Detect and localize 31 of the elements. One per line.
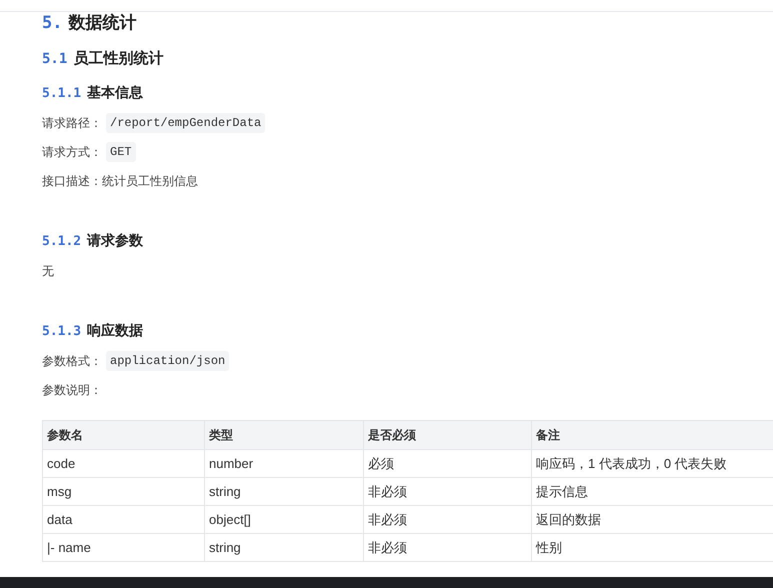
table-cell: 必须 xyxy=(364,450,532,478)
table-cell: msg xyxy=(42,478,204,506)
subsection-heading: 5.1.2 请求参数 xyxy=(42,231,144,251)
field-label: 参数说明： xyxy=(42,382,102,399)
page-heading: 5. 数据统计 xyxy=(42,12,138,34)
table-cell: 非必须 xyxy=(364,506,532,534)
subsection-heading: 5.1.1 基本信息 xyxy=(42,83,144,103)
inline-code: GET xyxy=(106,142,136,162)
column-header: 备注 xyxy=(532,420,773,450)
table-cell: 非必须 xyxy=(364,478,532,506)
body-text: 统计员工性别信息 xyxy=(102,173,198,190)
field-label: 接口描述： xyxy=(42,173,102,190)
field-label: 参数格式： xyxy=(42,353,102,370)
table-cell: string xyxy=(204,478,364,506)
table-cell: number xyxy=(204,450,364,478)
column-header: 是否必须 xyxy=(364,420,532,450)
field-label: 请求路径： xyxy=(42,115,102,132)
inline-code: /report/empGenderData xyxy=(106,113,266,133)
section-heading: 5.1 员工性别统计 xyxy=(42,49,164,69)
table-cell: code xyxy=(42,450,204,478)
field-label: 请求方式： xyxy=(42,144,102,161)
subsection-heading: 5.1.3 响应数据 xyxy=(42,321,144,341)
column-header: 类型 xyxy=(204,420,364,450)
inline-code: application/json xyxy=(106,351,230,371)
table-cell: string xyxy=(204,534,364,562)
body-text: 无 xyxy=(42,263,54,280)
table-cell: |- name xyxy=(42,534,204,562)
table-cell: 非必须 xyxy=(364,534,532,562)
table-cell: object[] xyxy=(204,506,364,534)
column-header: 参数名 xyxy=(42,420,204,450)
table-cell: data xyxy=(42,506,204,534)
